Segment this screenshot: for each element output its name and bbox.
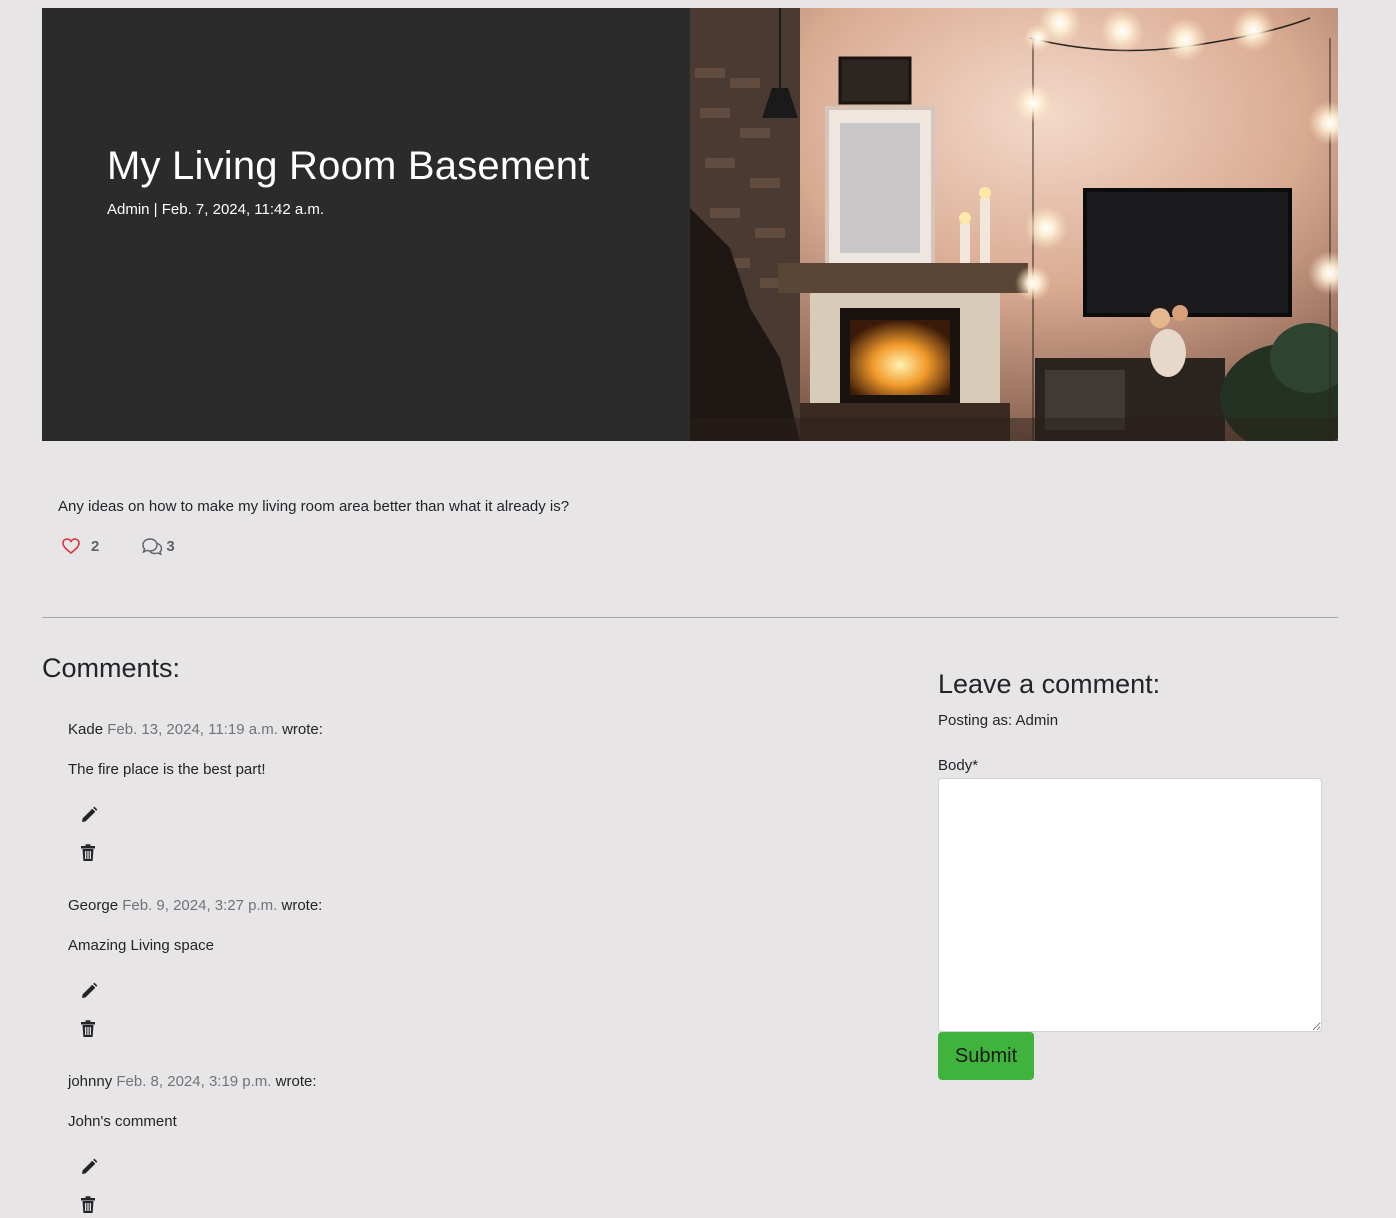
comment-actions [80,1158,768,1216]
post-hero: My Living Room Basement Admin | Feb. 7, … [42,8,1338,441]
heart-icon[interactable] [62,538,80,554]
comment-item: Kade Feb. 13, 2024, 11:19 a.m. wrote: Th… [68,720,768,864]
comment-header: johnny Feb. 8, 2024, 3:19 p.m. wrote: [68,1072,768,1092]
comment-actions [80,806,768,864]
comments-heading: Comments: [42,653,181,683]
delete-trash-icon[interactable] [80,844,100,864]
hero-text-panel: My Living Room Basement Admin | Feb. 7, … [42,8,690,441]
comment-author: johnny [68,1073,113,1090]
comment-date: Feb. 13, 2024, 11:19 a.m. [107,721,278,738]
comment-author: Kade [68,721,104,738]
edit-pencil-icon[interactable] [80,1158,100,1178]
post-meta: Admin | Feb. 7, 2024, 11:42 a.m. [107,201,325,218]
post-stats: 2 3 [62,537,175,555]
form-heading: Leave a comment: [938,669,1161,699]
comment-item: johnny Feb. 8, 2024, 3:19 p.m. wrote: Jo… [68,1072,768,1216]
comment-suffix: wrote: [281,897,323,914]
comment-body: John's comment [68,1113,177,1130]
chat-bubbles-icon [141,537,163,555]
comment-body: Amazing Living space [68,937,214,954]
comment-suffix: wrote: [282,721,323,738]
comment-body: The fire place is the best part! [68,761,266,778]
edit-pencil-icon[interactable] [80,806,100,826]
comment-body-textarea[interactable] [938,778,1322,1032]
comment-actions [80,982,768,1040]
post-excerpt: Any ideas on how to make my living room … [58,498,570,515]
post-detail-page: My Living Room Basement Admin | Feb. 7, … [0,0,1396,1218]
delete-trash-icon[interactable] [80,1020,100,1040]
section-divider [42,617,1338,618]
living-room-photo-icon [690,8,1338,441]
comment-item: George Feb. 9, 2024, 3:27 p.m. wrote: Am… [68,896,768,1040]
comments-stat: 3 [141,537,175,555]
comment-date: Feb. 8, 2024, 3:19 p.m. [116,1073,272,1090]
comments-count: 3 [166,537,175,555]
comment-suffix: wrote: [275,1073,317,1090]
submit-button[interactable]: Submit [938,1032,1034,1080]
comment-header: George Feb. 9, 2024, 3:27 p.m. wrote: [68,896,768,916]
comment-form: Leave a comment: Posting as: Admin Body*… [938,668,1322,1080]
comment-header: Kade Feb. 13, 2024, 11:19 a.m. wrote: [68,720,768,740]
comment-date: Feb. 9, 2024, 3:27 p.m. [122,897,278,914]
edit-pencil-icon[interactable] [80,982,100,1002]
posting-as-label: Posting as: Admin [938,712,1059,729]
likes-count: 2 [91,537,100,555]
post-featured-image [690,8,1338,441]
comment-author: George [68,897,119,914]
likes-stat: 2 [62,538,99,555]
body-field-label: Body* [938,757,979,774]
delete-trash-icon[interactable] [80,1196,100,1216]
post-title: My Living Room Basement [107,144,590,188]
